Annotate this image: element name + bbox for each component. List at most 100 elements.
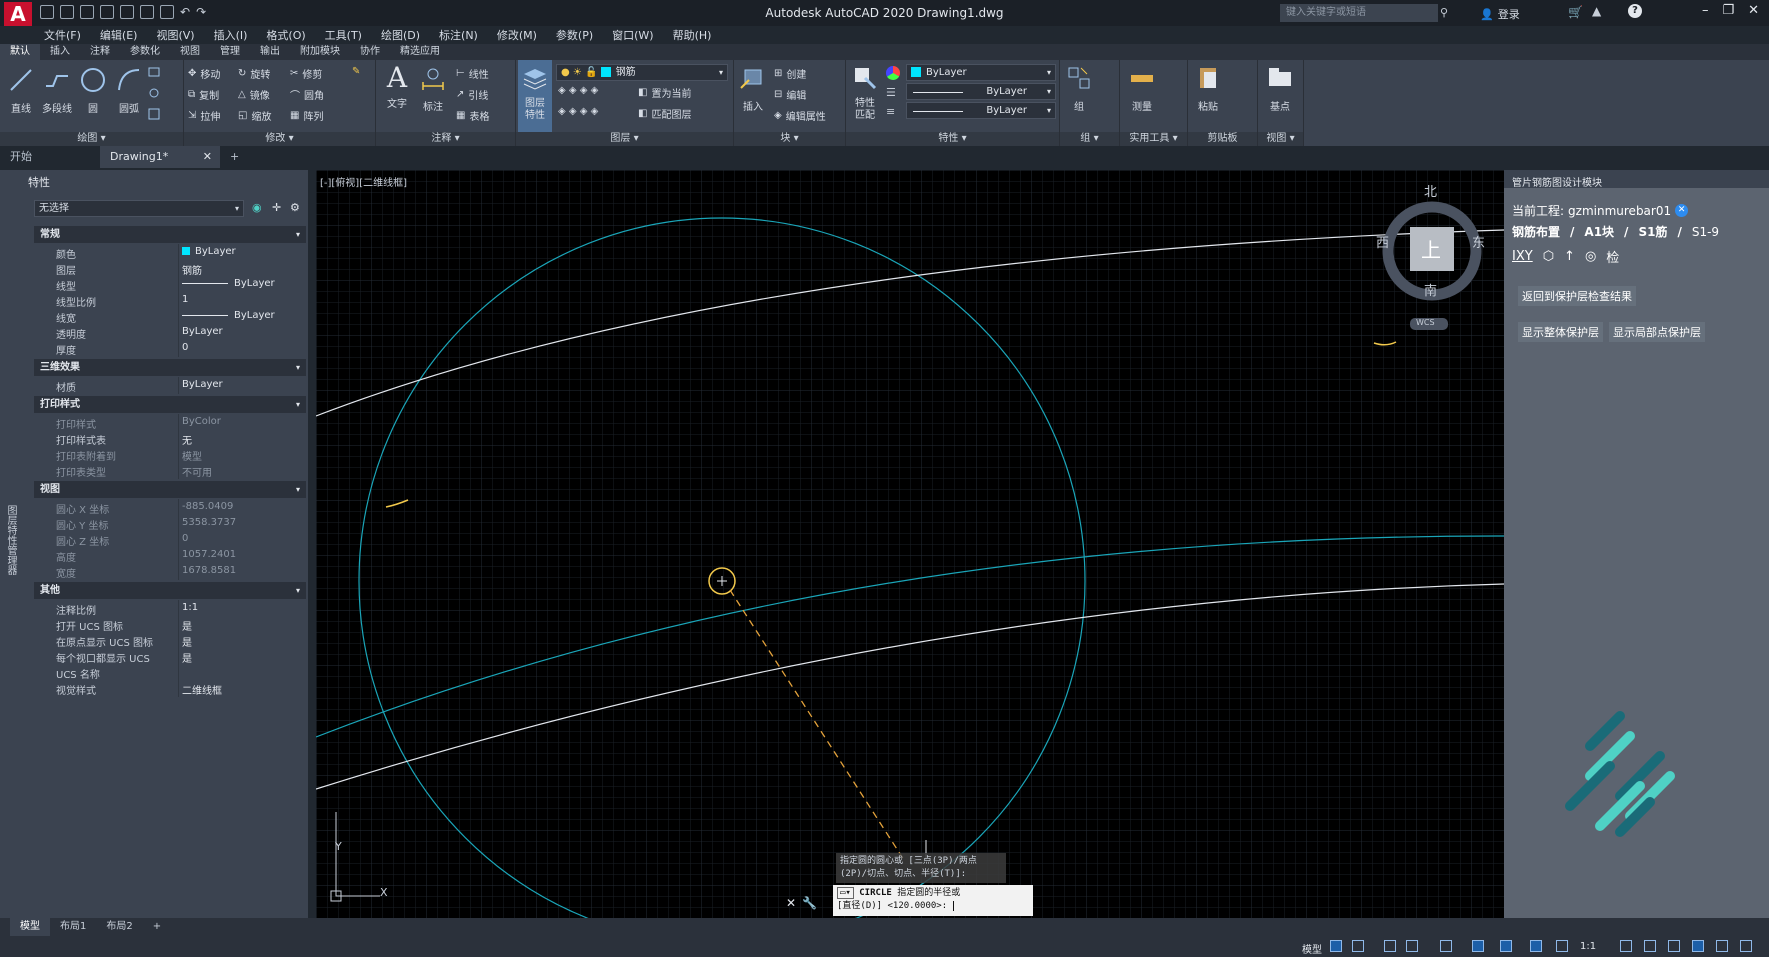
move-tool[interactable]: ✥ 移动	[188, 66, 220, 81]
property-row[interactable]: 颜色 ByLayer	[34, 244, 306, 261]
menu-item-11[interactable]: 帮助(H)	[673, 27, 712, 43]
property-row[interactable]: 线型比例 1	[34, 292, 306, 309]
hatch-tool[interactable]	[148, 87, 160, 99]
menu-item-5[interactable]: 工具(T)	[325, 27, 362, 43]
coordinate-tool[interactable]: IXY	[1512, 249, 1533, 264]
linear-dim-tool[interactable]: ⊢ 线性	[456, 66, 489, 81]
lineweight-dropdown[interactable]: ByLayer ▾	[906, 102, 1056, 119]
ribbon-tab-2[interactable]: 注释	[80, 44, 120, 60]
property-section-header[interactable]: 其他 ▾	[34, 582, 306, 599]
ribbon-tab-7[interactable]: 附加模块	[290, 44, 350, 60]
osnap-toggle-icon[interactable]	[1500, 940, 1512, 952]
paste-tool[interactable]: 粘贴	[1190, 64, 1226, 113]
property-row[interactable]: 圆心 Z 坐标 0	[34, 531, 306, 548]
ortho-toggle-icon[interactable]	[1384, 940, 1396, 952]
property-value[interactable]: 是	[182, 618, 192, 633]
new-tab-button[interactable]: +	[220, 146, 249, 168]
block-panel-title[interactable]: 块 ▾	[734, 132, 845, 146]
hardware-accel-icon[interactable]	[1692, 940, 1704, 952]
property-value[interactable]: 5358.3737	[182, 517, 236, 528]
collapse-icon[interactable]: ▾	[296, 359, 300, 376]
collapse-icon[interactable]: ▾	[296, 481, 300, 498]
color-wheel-icon[interactable]	[886, 66, 900, 80]
property-value[interactable]: 1	[182, 294, 188, 305]
set-current-layer-button[interactable]: ◧ 置为当前	[638, 85, 691, 100]
workspace-gear-icon[interactable]	[1620, 940, 1632, 952]
customize-command-icon[interactable]: 🔧	[802, 896, 817, 910]
property-row[interactable]: 厚度 0	[34, 340, 306, 357]
rectangle-tool[interactable]	[148, 66, 160, 78]
linetype-dropdown[interactable]: ByLayer ▾	[906, 83, 1056, 100]
minimize-icon[interactable]: –	[1702, 3, 1709, 18]
customization-menu-icon[interactable]	[1740, 940, 1752, 952]
show-whole-cover-button[interactable]: 显示整体保护层	[1518, 322, 1603, 342]
menu-item-8[interactable]: 修改(M)	[497, 27, 537, 43]
auto-scale-icon[interactable]	[1556, 940, 1568, 952]
property-row[interactable]: 打印表附着到 模型	[34, 446, 306, 463]
ribbon-tab-1[interactable]: 插入	[40, 44, 80, 60]
collapse-icon[interactable]: ▾	[296, 396, 300, 413]
clear-project-icon[interactable]: ✕	[1675, 204, 1689, 217]
property-value[interactable]: 二维线框	[182, 682, 222, 697]
property-row[interactable]: 打开 UCS 图标 是	[34, 616, 306, 633]
base-view-tool[interactable]: 基点	[1262, 64, 1298, 113]
select-objects-icon[interactable]: ✛	[272, 201, 281, 214]
scale-tool[interactable]: ◱ 缩放	[238, 108, 271, 123]
region-tool[interactable]	[148, 108, 160, 120]
property-row[interactable]: 在原点显示 UCS 图标 是	[34, 632, 306, 649]
collapse-icon[interactable]: ▾	[296, 582, 300, 599]
layers-panel-title[interactable]: 图层 ▾	[516, 132, 733, 146]
viewport-controls-label[interactable]: [-][俯视][二维线框]	[320, 174, 407, 189]
layer-tool-icons-2[interactable]: ◈ ◈ ◈ ◈	[558, 106, 598, 117]
close-tab-icon[interactable]: ✕	[203, 146, 212, 168]
mirror-tool[interactable]: △ 镜像	[238, 87, 270, 102]
menu-item-0[interactable]: 文件(F)	[44, 27, 81, 43]
property-row[interactable]: UCS 名称	[34, 664, 306, 681]
property-row[interactable]: 透明度 ByLayer	[34, 324, 306, 341]
property-value[interactable]: 是	[182, 634, 192, 649]
color-dropdown[interactable]: ByLayer ▾	[906, 64, 1056, 81]
ribbon-tab-8[interactable]: 协作	[350, 44, 390, 60]
binoculars-icon[interactable]: ⚲	[1440, 6, 1448, 19]
tab-drawing1[interactable]: Drawing1* ✕	[100, 146, 220, 168]
menu-item-4[interactable]: 格式(O)	[266, 27, 305, 43]
menu-item-1[interactable]: 编辑(E)	[100, 27, 138, 43]
snap-toggle-icon[interactable]	[1352, 940, 1364, 952]
breadcrumb-item[interactable]: A1块	[1584, 223, 1614, 240]
clean-screen-icon[interactable]	[1716, 940, 1728, 952]
close-command-icon[interactable]: ✕	[786, 896, 796, 910]
camera-icon[interactable]: ◎	[1585, 249, 1596, 264]
properties-panel-title[interactable]: 特性 ▾	[846, 132, 1059, 146]
edit-attributes-button[interactable]: ◈ 编辑属性	[774, 108, 826, 123]
viewcube-west[interactable]: 西	[1376, 232, 1389, 251]
menu-item-2[interactable]: 视图(V)	[156, 27, 194, 43]
property-section-header[interactable]: 视图 ▾	[34, 481, 306, 498]
menu-item-10[interactable]: 窗口(W)	[612, 27, 653, 43]
fillet-tool[interactable]: ⌒ 圆角	[290, 87, 324, 102]
viewcube-top-label[interactable]: 上	[1421, 234, 1441, 263]
property-value[interactable]: ByLayer	[182, 310, 275, 321]
cube-icon[interactable]: ⬡	[1543, 249, 1554, 264]
property-value[interactable]: 是	[182, 650, 192, 665]
layer-properties-tool[interactable]: 图层 特性	[518, 60, 552, 132]
property-row[interactable]: 打印表类型 不可用	[34, 462, 306, 479]
property-value[interactable]: 0	[182, 533, 188, 544]
model-space-button[interactable]: 模型	[1302, 941, 1322, 956]
viewcube-east[interactable]: 东	[1472, 232, 1485, 251]
layer-manager-side-label[interactable]: 图层特性管理器	[3, 505, 18, 575]
rotate-tool[interactable]: ↻ 旋转	[238, 66, 270, 81]
show-local-cover-button[interactable]: 显示局部点保护层	[1609, 322, 1705, 342]
ribbon-tab-9[interactable]: 精选应用	[390, 44, 450, 60]
property-row[interactable]: 材质 ByLayer	[34, 377, 306, 394]
property-value[interactable]: -885.0409	[182, 501, 233, 512]
property-row[interactable]: 高度 1057.2401	[34, 547, 306, 564]
clipboard-panel-title[interactable]: 剪贴板	[1188, 132, 1257, 146]
property-value[interactable]: 不可用	[182, 464, 212, 479]
insert-block-tool[interactable]: 插入	[736, 64, 770, 113]
property-row[interactable]: 线型 ByLayer	[34, 276, 306, 293]
quick-select-icon[interactable]: ⚙	[290, 201, 300, 214]
match-properties-tool[interactable]: 特性 匹配	[848, 64, 882, 122]
property-row[interactable]: 图层 钢筋	[34, 260, 306, 277]
property-value[interactable]: 无	[182, 432, 192, 447]
grid-toggle-icon[interactable]	[1330, 940, 1342, 952]
